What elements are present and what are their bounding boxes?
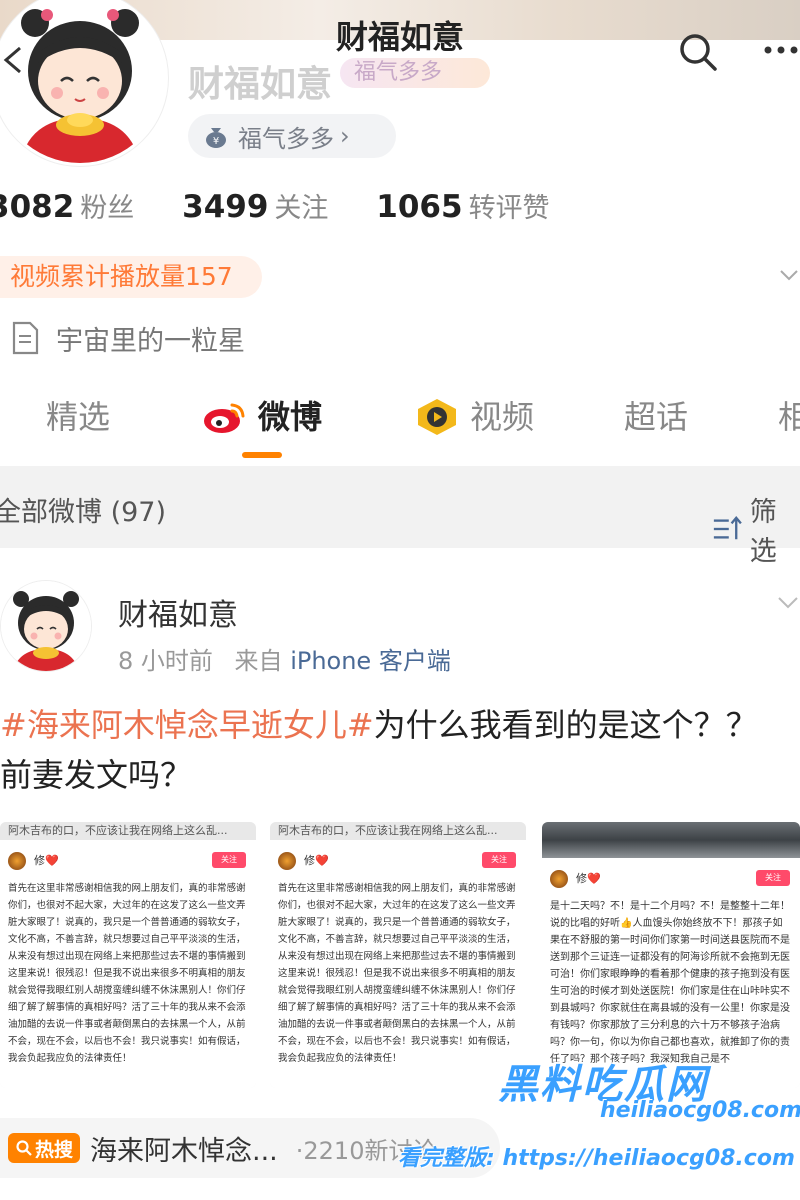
profile-intro: 宇宙里的一粒星	[10, 318, 245, 358]
more-icon[interactable]	[760, 40, 800, 60]
svg-text:¥: ¥	[213, 136, 219, 147]
tab-featured[interactable]: 精选	[46, 390, 110, 444]
post-time: 8 小时前	[118, 647, 213, 675]
image-body-text: 首先在这里非常感谢相信我的网上朋友们，真的非常感谢你们，也很对不起大家，大过年的…	[8, 883, 246, 1064]
image-body-text: 首先在这里非常感谢相信我的网上朋友们，真的非常感谢你们，也很对不起大家，大过年的…	[278, 883, 516, 1064]
image-body-text: 是十二天吗？不！是十二个月吗？不！是整整十二年！说的比唱的好听👍人血馒头你始终放…	[550, 901, 790, 1065]
image-follow-button: 关注	[212, 852, 246, 868]
image-username: 修❤️	[304, 854, 329, 867]
video-badge-icon	[418, 399, 456, 435]
watermark-url: heiliaocg08.com	[600, 1098, 800, 1123]
post-author-name[interactable]: 财福如意	[118, 590, 238, 634]
fortune-badge[interactable]: ¥ 福气多多 ›	[188, 114, 396, 158]
stat-likes[interactable]: 1065 转评赞	[376, 189, 587, 225]
post-author-avatar[interactable]	[0, 580, 92, 672]
post-topic-link[interactable]: #海来阿木悼念早逝女儿#	[0, 706, 374, 744]
document-icon	[12, 321, 39, 355]
image-caption-strip: 阿木吉布的口，不应该让我在网络上这么乱...	[0, 822, 256, 840]
avatar	[550, 870, 568, 888]
post-image-1[interactable]: 阿木吉布的口，不应该让我在网络上这么乱... 修❤️ 关注 首先在这里非常感谢相…	[0, 822, 256, 1088]
hot-search-tag: 热搜	[8, 1133, 80, 1163]
intro-text: 宇宙里的一粒星	[56, 325, 245, 357]
profile-stats: 3082粉丝 3499关注 1065转评赞	[0, 186, 588, 225]
image-username: 修❤️	[34, 854, 59, 867]
search-icon	[16, 1140, 32, 1156]
chevron-right-icon: ›	[340, 122, 350, 150]
avatar-girl-image	[1, 581, 91, 671]
post-image-3[interactable]: 修❤️ 关注 是十二天吗？不！是十二个月吗？不！是整整十二年！说的比唱的好听👍人…	[542, 822, 800, 1088]
post-text: #海来阿木悼念早逝女儿#为什么我看到的是这个？？ 前妻发文吗？	[0, 700, 770, 800]
avatar	[278, 852, 296, 870]
watermark-full-url: 看完整版: https://heiliaocg08.com	[398, 1146, 795, 1171]
profile-name: 财福如意	[188, 64, 333, 105]
search-icon[interactable]	[676, 30, 720, 74]
post-meta: 8 小时前 来自 iPhone 客户端	[118, 641, 451, 676]
avatar	[8, 852, 26, 870]
hot-search-tag-label: 热搜	[34, 1138, 73, 1161]
image-follow-button: 关注	[482, 852, 516, 868]
filter-icon	[713, 515, 742, 540]
image-photo-banner	[542, 822, 800, 858]
tab-super-topic[interactable]: 超话	[624, 390, 688, 444]
image-username: 修❤️	[576, 872, 601, 885]
video-play-count[interactable]: 视频累计播放量157	[0, 256, 262, 298]
tab-album[interactable]: 相	[778, 390, 800, 444]
post-menu-chevron-icon[interactable]	[776, 595, 800, 611]
tab-video-label: 视频	[470, 398, 535, 436]
post-image-2[interactable]: 阿木吉布的口，不应该让我在网络上这么乱... 修❤️ 关注 首先在这里非常感谢相…	[270, 822, 526, 1088]
image-follow-button: 关注	[756, 870, 790, 886]
stat-followers[interactable]: 3082粉丝	[0, 189, 172, 225]
image-card: 修❤️ 关注 首先在这里非常感谢相信我的网上朋友们，真的非常感谢你们，也很对不起…	[0, 840, 256, 1088]
image-card: 修❤️ 关注 首先在这里非常感谢相信我的网上朋友们，真的非常感谢你们，也很对不起…	[270, 840, 526, 1088]
filter-label: 筛选	[749, 497, 777, 567]
tab-video[interactable]: 视频	[414, 390, 534, 444]
image-caption-strip: 阿木吉布的口，不应该让我在网络上这么乱...	[270, 822, 526, 840]
all-weibo-count[interactable]: 全部微博 (97)	[0, 490, 166, 529]
weibo-logo-icon	[204, 403, 245, 433]
badge-faded: 福气多多	[340, 58, 490, 88]
money-bag-icon: ¥	[206, 128, 226, 148]
active-tab-indicator	[242, 452, 282, 458]
post-source[interactable]: iPhone 客户端	[290, 647, 451, 675]
stat-following[interactable]: 3499 关注	[182, 189, 366, 225]
profile-tabs: 精选 微博 视频 超话 相	[0, 390, 800, 450]
badge-label: 福气多多	[238, 124, 334, 153]
chevron-down-icon[interactable]	[778, 264, 800, 286]
filter-button[interactable]: 筛选	[712, 490, 800, 568]
tab-weibo-label: 微博	[258, 398, 323, 436]
post-source-prefix: 来自	[234, 647, 283, 675]
tab-weibo[interactable]: 微博	[202, 390, 322, 444]
hot-search-title: 海来阿木悼念...	[90, 1135, 278, 1167]
